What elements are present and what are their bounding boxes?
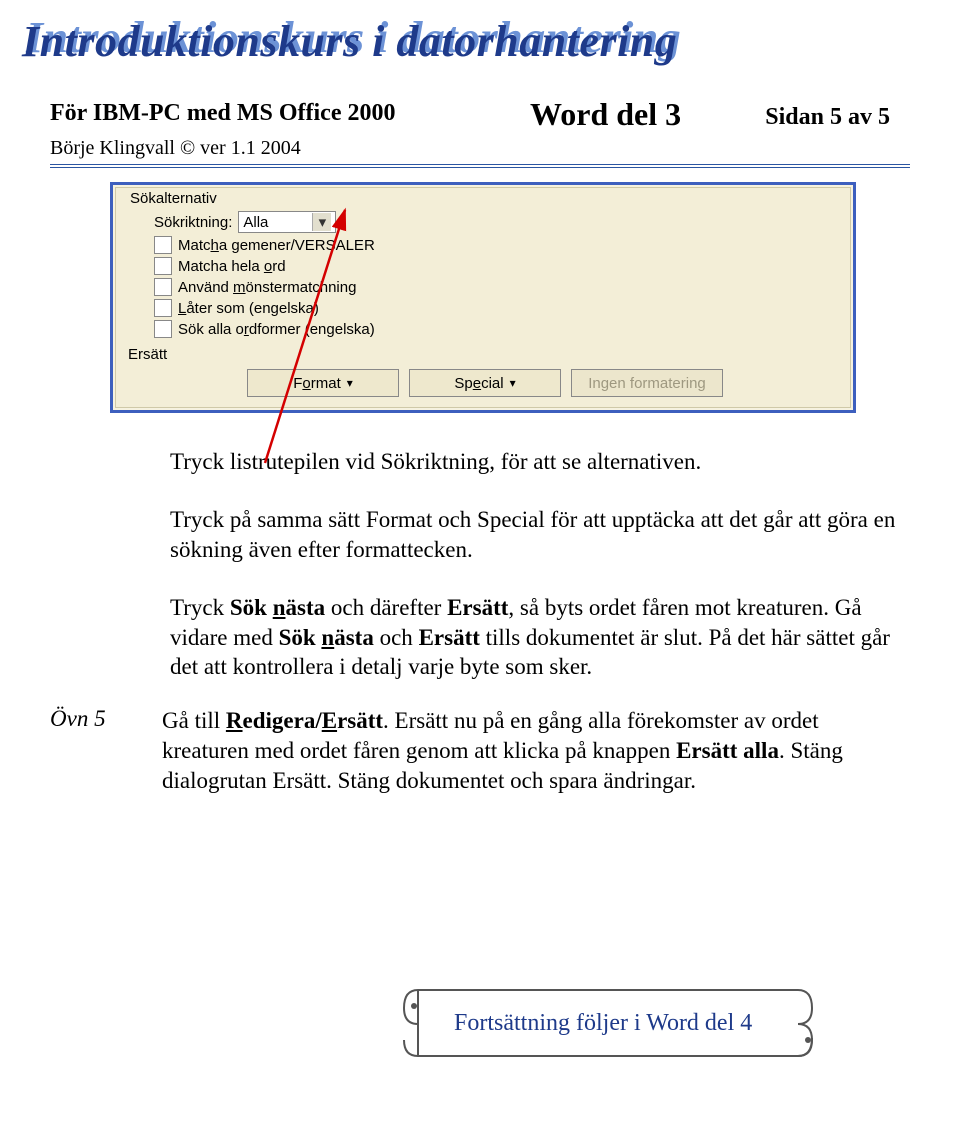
chevron-down-icon: ▾ <box>347 376 353 390</box>
page-title-main: Introduktionskurs i datorhantering <box>22 16 677 67</box>
header-author: Börje Klingvall © ver 1.1 2004 <box>50 137 910 160</box>
no-formatting-button: Ingen formatering <box>571 369 723 397</box>
checkbox-icon[interactable] <box>154 278 172 296</box>
check-all-word-forms[interactable]: Sök alla ordformer (engelska) <box>154 320 840 338</box>
header-rule <box>50 164 910 168</box>
checkbox-icon[interactable] <box>154 257 172 275</box>
checkbox-icon[interactable] <box>154 320 172 338</box>
check-label: Låter som (engelska) <box>178 300 319 317</box>
header-center: Word del 3 <box>530 96 681 133</box>
checkbox-icon[interactable] <box>154 299 172 317</box>
exercise-row: Övn 5 Gå till Redigera/Ersätt. Ersätt nu… <box>170 706 910 824</box>
paragraph-2: Tryck på samma sätt Format och Special f… <box>170 505 910 565</box>
direction-combobox[interactable]: Alla ▾ <box>238 211 336 233</box>
check-sounds-like[interactable]: Låter som (engelska) <box>154 299 840 317</box>
continuation-banner: Fortsättning följer i Word del 4 <box>400 982 820 1068</box>
paragraph-4: Gå till Redigera/Ersätt. Ersätt nu på en… <box>162 706 910 796</box>
button-label: Format <box>293 375 341 392</box>
header-page-info: Sidan 5 av 5 <box>765 104 890 131</box>
check-label: Matcha gemener/VERSALER <box>178 237 375 254</box>
button-label: Ingen formatering <box>588 375 706 392</box>
page-title: Introduktionskurs i datorhantering Intro… <box>20 12 910 76</box>
paragraph-3: Tryck Sök nästa och därefter Ersätt, så … <box>170 593 910 683</box>
paragraph-1: Tryck listrutepilen vid Sökriktning, för… <box>170 447 910 477</box>
banner-text: Fortsättning följer i Word del 4 <box>454 1010 752 1037</box>
check-whole-words[interactable]: Matcha hela ord <box>154 257 840 275</box>
direction-label: Sökriktning: <box>154 214 232 231</box>
check-label: Sök alla ordformer (engelska) <box>178 321 375 338</box>
group-label: Sökalternativ <box>130 190 840 207</box>
replace-section-label: Ersätt <box>128 346 840 363</box>
check-label: Använd mönstermatchning <box>178 279 356 296</box>
exercise-label: Övn 5 <box>50 706 122 732</box>
check-label: Matcha hela ord <box>178 258 286 275</box>
search-options-dialog: Sökalternativ Sökriktning: Alla ▾ Matcha… <box>110 182 856 413</box>
button-label: Special <box>454 375 503 392</box>
chevron-down-icon: ▾ <box>510 376 516 390</box>
chevron-down-icon[interactable]: ▾ <box>312 213 331 231</box>
format-button[interactable]: Format ▾ <box>247 369 399 397</box>
header-left: För IBM-PC med MS Office 2000 <box>50 100 395 127</box>
body-text: Tryck listrutepilen vid Sökriktning, för… <box>170 447 910 824</box>
special-button[interactable]: Special ▾ <box>409 369 561 397</box>
check-wildcards[interactable]: Använd mönstermatchning <box>154 278 840 296</box>
checkbox-icon[interactable] <box>154 236 172 254</box>
direction-value: Alla <box>243 214 312 231</box>
document-header: För IBM-PC med MS Office 2000 Word del 3… <box>50 100 910 168</box>
check-match-case[interactable]: Matcha gemener/VERSALER <box>154 236 840 254</box>
